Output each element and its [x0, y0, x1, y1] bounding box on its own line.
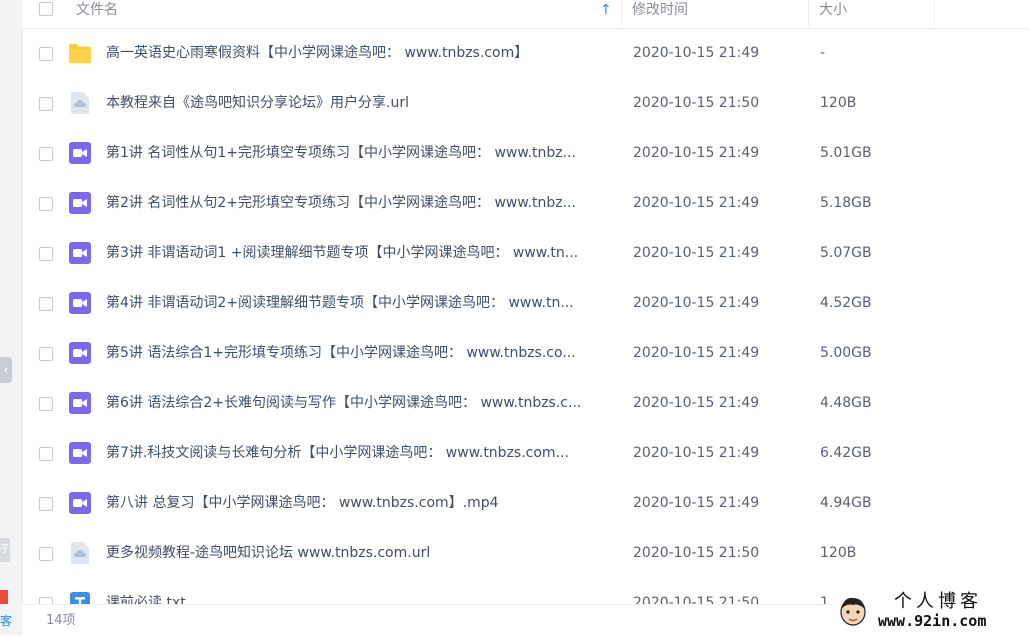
file-modified-time: 2020-10-15 21:49 [633, 45, 760, 61]
row-checkbox[interactable] [39, 147, 53, 161]
row-checkbox[interactable] [39, 347, 53, 361]
file-size: 5.18GB [820, 195, 872, 211]
video-file-icon [68, 442, 92, 464]
select-all-checkbox[interactable] [39, 2, 53, 16]
folder-icon [68, 42, 92, 64]
cloud-file-icon [68, 92, 92, 114]
row-checkbox[interactable] [39, 447, 53, 461]
file-modified-time: 2020-10-15 21:49 [633, 395, 760, 411]
column-divider[interactable] [621, 0, 622, 27]
cloud-file-icon [68, 542, 92, 564]
row-checkbox[interactable] [39, 97, 53, 111]
column-divider[interactable] [808, 0, 809, 27]
sort-up-icon[interactable]: ↑ [600, 0, 612, 28]
row-checkbox[interactable] [39, 497, 53, 511]
file-name[interactable]: 本教程来自《途鸟吧知识分享论坛》用户分享.url [106, 78, 618, 128]
file-size: 4.52GB [820, 295, 872, 311]
row-checkbox[interactable] [39, 47, 53, 61]
text-file-icon [68, 592, 92, 604]
file-name[interactable]: 第7讲.科技文阅读与长难句分析【中小学网课途鸟吧： www.tnbzs.com.… [106, 428, 618, 478]
file-row[interactable]: 第4讲 非谓语动词2+阅读理解细节题专项【中小学网课途鸟吧： www.tn...… [22, 278, 1029, 328]
file-row[interactable]: 第7讲.科技文阅读与长难句分析【中小学网课途鸟吧： www.tnbzs.com.… [22, 428, 1029, 478]
file-name[interactable]: 第1讲 名词性从句1+完形填空专项练习【中小学网课途鸟吧： www.tnbz..… [106, 128, 618, 178]
row-checkbox[interactable] [39, 197, 53, 211]
column-header-name[interactable]: 文件名 [76, 0, 118, 28]
collapse-sidebar-handle[interactable]: ‹ [0, 357, 12, 383]
file-name[interactable]: 第6讲 语法综合2+长难句阅读与写作【中小学网课途鸟吧： www.tnbzs.c… [106, 378, 618, 428]
file-modified-time: 2020-10-15 21:49 [633, 195, 760, 211]
file-name[interactable]: 第4讲 非谓语动词2+阅读理解细节题专项【中小学网课途鸟吧： www.tn... [106, 278, 618, 328]
file-modified-time: 2020-10-15 21:50 [633, 595, 760, 604]
file-size: 120B [820, 545, 857, 561]
column-header-size[interactable]: 大小 [819, 0, 847, 28]
file-modified-time: 2020-10-15 21:50 [633, 545, 760, 561]
file-size: 5.07GB [820, 245, 872, 261]
file-row[interactable]: 高一英语史心雨寒假资料【中小学网课途鸟吧： www.tnbzs.com】 2020… [22, 28, 1029, 78]
file-size: - [820, 45, 826, 61]
column-header-modified[interactable]: 修改时间 [632, 0, 688, 28]
video-file-icon [68, 142, 92, 164]
watermark-title: 个人博客 [894, 591, 982, 612]
watermark: 个人博客 www.92in.com [834, 590, 1029, 635]
file-row[interactable]: 第2讲 名词性从句2+完形填空专项练习【中小学网课途鸟吧： www.tnbz..… [22, 178, 1029, 228]
file-modified-time: 2020-10-15 21:49 [633, 495, 760, 511]
file-list-header: 文件名 ↑ 修改时间 大小 [22, 0, 1029, 29]
row-checkbox[interactable] [39, 547, 53, 561]
row-checkbox[interactable] [39, 297, 53, 311]
item-count: 14项 [46, 613, 76, 628]
file-name[interactable]: 高一英语史心雨寒假资料【中小学网课途鸟吧： www.tnbzs.com】 [106, 28, 618, 78]
file-row[interactable]: 第6讲 语法综合2+长难句阅读与写作【中小学网课途鸟吧： www.tnbzs.c… [22, 378, 1029, 428]
file-size: 120B [820, 95, 857, 111]
file-name[interactable]: 第5讲 语法综合1+完形填专项练习【中小学网课途鸟吧： www.tnbzs.co… [106, 328, 618, 378]
left-sidebar-strip: ‹ 子 客 [0, 0, 23, 635]
file-row[interactable]: 第3讲 非谓语动词1 +阅读理解细节题专项【中小学网课途鸟吧： www.tn..… [22, 228, 1029, 278]
file-modified-time: 2020-10-15 21:49 [633, 245, 760, 261]
file-modified-time: 2020-10-15 21:49 [633, 145, 760, 161]
sidebar-badge: 子 [0, 538, 10, 562]
file-row[interactable]: 第八讲 总复习【中小学网课途鸟吧： www.tnbzs.com】.mp4 2020… [22, 478, 1029, 528]
file-row[interactable]: 第5讲 语法综合1+完形填专项练习【中小学网课途鸟吧： www.tnbzs.co… [22, 328, 1029, 378]
video-file-icon [68, 242, 92, 264]
file-modified-time: 2020-10-15 21:49 [633, 295, 760, 311]
file-name[interactable]: 课前必读.txt [106, 578, 618, 604]
sidebar-bottom-text[interactable]: 客 [0, 612, 12, 630]
row-checkbox[interactable] [39, 247, 53, 261]
file-size: 6.42GB [820, 445, 872, 461]
file-size: 4.94GB [820, 495, 872, 511]
file-name[interactable]: 第2讲 名词性从句2+完形填空专项练习【中小学网课途鸟吧： www.tnbz..… [106, 178, 618, 228]
file-row[interactable]: 第1讲 名词性从句1+完形填空专项练习【中小学网课途鸟吧： www.tnbz..… [22, 128, 1029, 178]
column-divider[interactable] [934, 0, 935, 27]
file-size: 4.48GB [820, 395, 872, 411]
watermark-avatar-icon [840, 597, 866, 626]
file-name[interactable]: 第3讲 非谓语动词1 +阅读理解细节题专项【中小学网课途鸟吧： www.tn..… [106, 228, 618, 278]
file-row[interactable]: 本教程来自《途鸟吧知识分享论坛》用户分享.url 2020-10-15 21:50… [22, 78, 1029, 128]
video-file-icon [68, 192, 92, 214]
video-file-icon [68, 392, 92, 414]
sidebar-red-marker [0, 590, 8, 604]
video-file-icon [68, 342, 92, 364]
file-row[interactable]: 更多视频教程-途鸟吧知识论坛 www.tnbzs.com.url 2020-10-… [22, 528, 1029, 578]
row-checkbox[interactable] [39, 597, 53, 604]
file-modified-time: 2020-10-15 21:50 [633, 95, 760, 111]
video-file-icon [68, 292, 92, 314]
file-modified-time: 2020-10-15 21:49 [633, 445, 760, 461]
file-size: 1 [820, 595, 829, 604]
file-list: 高一英语史心雨寒假资料【中小学网课途鸟吧： www.tnbzs.com】 2020… [22, 28, 1029, 604]
file-name[interactable]: 第八讲 总复习【中小学网课途鸟吧： www.tnbzs.com】.mp4 [106, 478, 618, 528]
watermark-url: www.92in.com [878, 612, 987, 630]
row-checkbox[interactable] [39, 397, 53, 411]
file-modified-time: 2020-10-15 21:49 [633, 345, 760, 361]
file-name[interactable]: 更多视频教程-途鸟吧知识论坛 www.tnbzs.com.url [106, 528, 618, 578]
video-file-icon [68, 492, 92, 514]
file-size: 5.01GB [820, 145, 872, 161]
file-size: 5.00GB [820, 345, 872, 361]
